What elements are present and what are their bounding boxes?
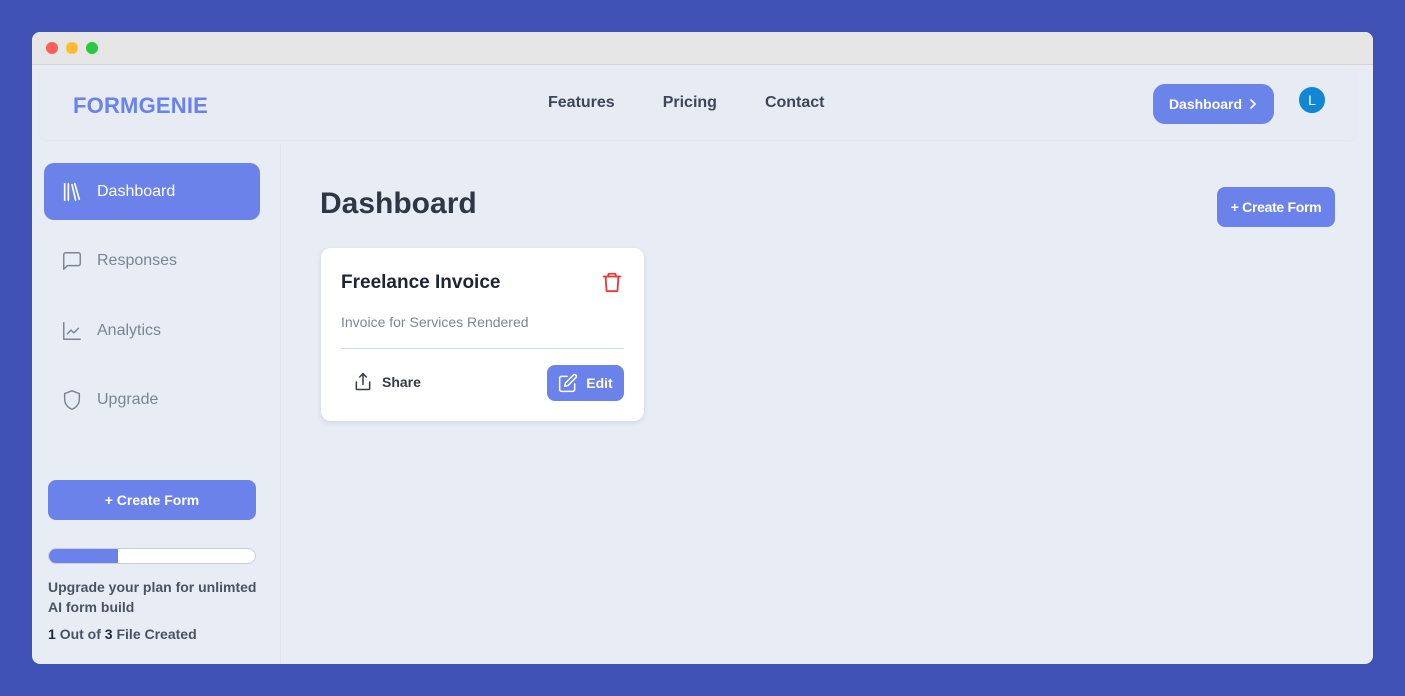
page-title: Dashboard (320, 187, 477, 220)
sidebar-item-upgrade[interactable]: Upgrade (44, 371, 260, 428)
sidebar-create-form-button[interactable]: + Create Form (48, 480, 256, 520)
usage-progress-fill (49, 549, 118, 563)
maximize-window-button[interactable] (86, 42, 98, 54)
edit-icon (559, 373, 578, 393)
sidebar-item-label: Responses (97, 251, 178, 269)
file-count-middle: Out of (59, 626, 101, 642)
message-square-icon (63, 251, 81, 270)
sidebar: Dashboard Responses Analytics Upgrade + … (32, 144, 281, 664)
nav-link-features[interactable]: Features (548, 94, 615, 112)
top-navbar: FORMGENIE Features Pricing Contact Dashb… (40, 68, 1356, 140)
sidebar-item-dashboard[interactable]: Dashboard (44, 163, 260, 220)
edit-button[interactable]: Edit (547, 365, 624, 401)
close-window-button[interactable] (46, 42, 58, 54)
minimize-window-button[interactable] (66, 42, 78, 54)
form-card-description: Invoice for Services Rendered (341, 314, 529, 330)
share-label: Share (382, 374, 421, 390)
file-count: 1 Out of 3 File Created (48, 626, 197, 642)
share-icon (355, 372, 371, 391)
usage-progress-bar (48, 548, 256, 564)
nav-dashboard-button[interactable]: Dashboard (1153, 84, 1274, 124)
user-avatar[interactable]: L (1298, 86, 1326, 114)
form-card-title: Freelance Invoice (341, 272, 501, 293)
file-count-total: 3 (104, 626, 113, 642)
sidebar-item-label: Dashboard (97, 182, 176, 200)
file-count-created: 1 (48, 626, 56, 642)
window-titlebar (32, 32, 1373, 65)
line-chart-icon (63, 321, 81, 340)
sidebar-item-analytics[interactable]: Analytics (44, 302, 260, 359)
upgrade-message: Upgrade your plan for unlimted AI form b… (48, 579, 257, 615)
form-card[interactable]: Freelance Invoice Invoice for Services R… (321, 248, 644, 421)
share-button[interactable]: Share (353, 372, 421, 392)
brand-logo[interactable]: FORMGENIE (73, 93, 208, 119)
shield-icon (63, 389, 81, 410)
library-icon (63, 182, 81, 201)
nav-links: Features Pricing Contact (548, 94, 825, 112)
sidebar-item-label: Upgrade (97, 390, 159, 408)
sidebar-item-responses[interactable]: Responses (44, 232, 260, 289)
chevron-right-icon (1250, 99, 1256, 109)
nav-link-pricing[interactable]: Pricing (663, 94, 717, 112)
card-divider (341, 348, 624, 349)
browser-window: FORMGENIE Features Pricing Contact Dashb… (32, 32, 1373, 664)
nav-dashboard-label: Dashboard (1168, 96, 1243, 112)
create-form-button[interactable]: + Create Form (1217, 187, 1335, 227)
edit-label: Edit (586, 375, 613, 391)
sidebar-item-label: Analytics (97, 321, 162, 339)
trash-icon[interactable] (601, 270, 623, 294)
file-count-suffix: File Created (116, 626, 197, 642)
nav-link-contact[interactable]: Contact (765, 94, 825, 112)
